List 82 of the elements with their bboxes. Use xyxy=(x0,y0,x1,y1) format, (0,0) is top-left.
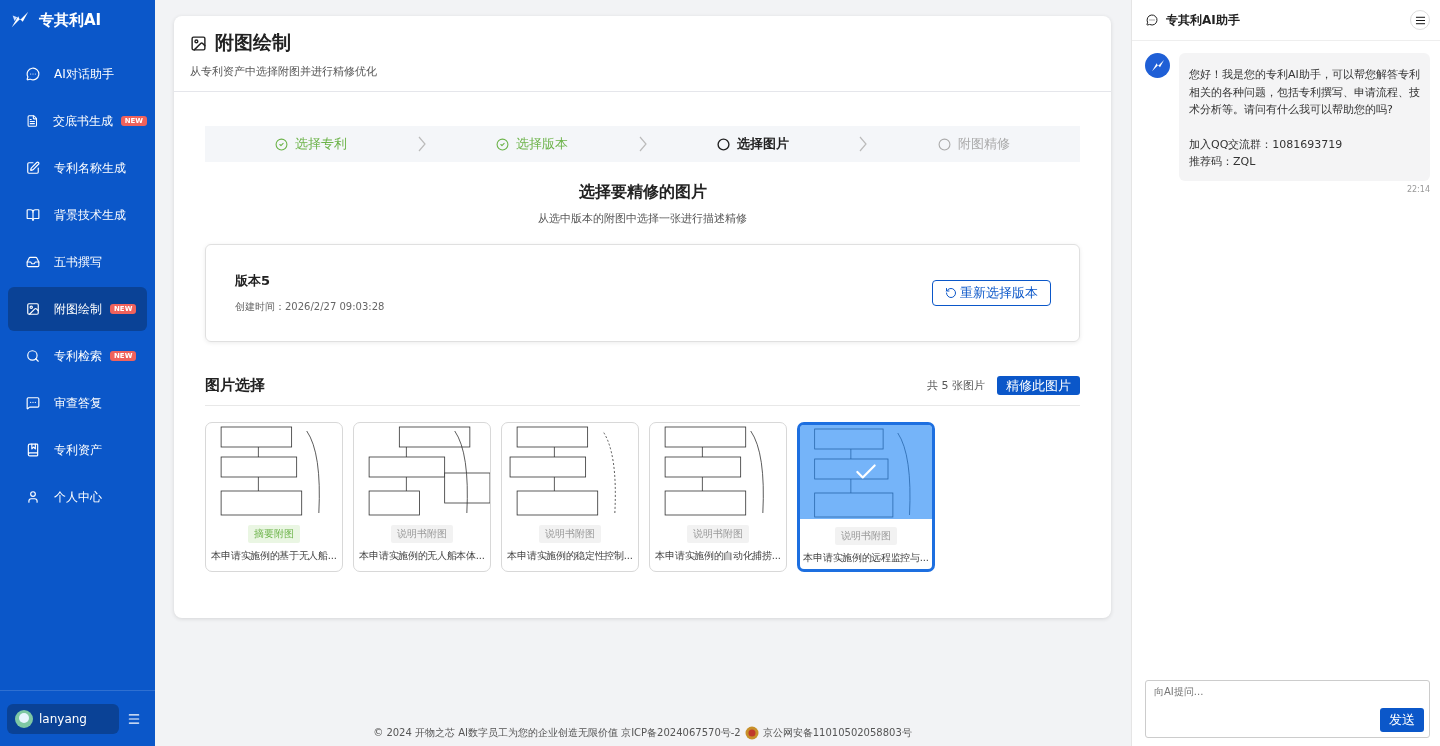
chat-title: 专其利AI助手 xyxy=(1166,11,1241,29)
message-time: 22:14 xyxy=(1406,184,1430,194)
edit-icon xyxy=(26,161,40,175)
step: 选择图片 xyxy=(646,135,860,153)
message-text: 您好！我是您的专利AI助手，可以帮您解答专利相关的各种问题，包括专利撰写、申请流程、技术分析等。请问有什么我可以帮助您的吗? xyxy=(1189,67,1420,118)
image-caption: 本申请实施例的远程监控与... xyxy=(803,551,929,565)
book-icon xyxy=(26,208,40,222)
image-tag: 说明书附图 xyxy=(687,525,749,543)
menu-button[interactable] xyxy=(1410,10,1430,30)
step: 选择专利 xyxy=(205,135,418,153)
message-input[interactable]: 向AI提问... 发送 xyxy=(1145,680,1430,738)
user-icon xyxy=(26,490,40,504)
image-card[interactable]: 摘要附图 本申请实施例的基于无人船... xyxy=(205,422,343,572)
image-card[interactable]: 说明书附图 本申请实施例的远程监控与... xyxy=(797,422,935,572)
circle-icon xyxy=(937,137,951,151)
sidebar-item[interactable]: 专利名称生成 xyxy=(8,146,147,190)
sidebar-label: 交底书生成 xyxy=(52,112,113,130)
image-caption: 本申请实施例的无人船本体... xyxy=(359,549,485,563)
search-icon xyxy=(26,349,40,363)
bookmark-icon xyxy=(26,443,40,457)
sidebar-label: 五书撰写 xyxy=(54,253,102,271)
created-time: 创建时间：2026/2/27 09:03:28 xyxy=(235,300,385,314)
sidebar-label: AI对话助手 xyxy=(54,65,114,83)
sidebar-label: 专利名称生成 xyxy=(54,159,126,177)
image-card[interactable]: 说明书附图 本申请实施例的自动化捕捞... xyxy=(649,422,787,572)
image-icon xyxy=(26,302,40,316)
image-tag: 说明书附图 xyxy=(391,525,453,543)
circle-icon xyxy=(716,137,730,151)
image-card[interactable]: 说明书附图 本申请实施例的无人船本体... xyxy=(353,422,491,572)
avatar-icon xyxy=(15,709,33,728)
user-chip[interactable]: lanyang xyxy=(7,703,119,734)
chevron-icon xyxy=(417,136,426,152)
sidebar-item[interactable]: 专利资产 xyxy=(8,428,147,472)
image-caption: 本申请实施例的自动化捕捞... xyxy=(655,549,781,563)
page-title: 附图绘制 xyxy=(215,30,291,55)
sidebar-item[interactable]: 个人中心 xyxy=(8,475,147,519)
reselect-version-button[interactable]: 重新选择版本 xyxy=(932,280,1051,306)
sidebar-label: 背景技术生成 xyxy=(54,206,126,224)
sidebar-item[interactable]: 背景技术生成 xyxy=(8,193,147,237)
image-count: 共 5 张图片 xyxy=(927,378,985,393)
image-icon xyxy=(190,34,207,52)
check-circle-icon xyxy=(496,137,510,151)
page-subtitle: 从专利资产中选择附图并进行精修优化 xyxy=(190,64,378,79)
message-text: 加入QQ交流群：1081693719 推荐码：ZQL xyxy=(1189,136,1344,170)
sidebar-item[interactable]: AI对话助手 xyxy=(8,52,147,96)
brand-name: 专其利AI xyxy=(39,10,102,30)
image-caption: 本申请实施例的稳定性控制... xyxy=(507,549,633,563)
assistant-avatar xyxy=(1145,53,1170,78)
sidebar-item[interactable]: 审查答复 xyxy=(8,381,147,425)
message-icon xyxy=(26,396,40,410)
footer-copyright: © 2024 开物之芯 AI数字员工为您的企业创造无限价值 京ICP备2024067570号-2 xyxy=(373,726,741,740)
image-tag: 摘要附图 xyxy=(248,525,300,543)
gallery-title: 图片选择 xyxy=(205,376,265,395)
footer-police: 京公网安备11010502058803号 xyxy=(762,726,912,740)
menu-icon[interactable] xyxy=(127,711,141,726)
image-card[interactable]: 说明书附图 本申请实施例的稳定性控制... xyxy=(501,422,639,572)
document-icon xyxy=(26,114,39,128)
version-name: 版本5 xyxy=(235,272,272,290)
police-badge-icon xyxy=(744,726,759,740)
tray-icon xyxy=(26,255,40,269)
sidebar-item[interactable]: 五书撰写 xyxy=(8,240,147,284)
chevron-icon xyxy=(638,136,647,152)
image-tag: 说明书附图 xyxy=(835,527,897,545)
sidebar-label: 附图绘制 xyxy=(54,300,102,318)
sidebar-label: 审查答复 xyxy=(54,394,102,412)
image-caption: 本申请实施例的基于无人船... xyxy=(211,549,337,563)
image-tag: 说明书附图 xyxy=(539,525,601,543)
step: 附图精修 xyxy=(867,135,1080,153)
sidebar-label: 专利资产 xyxy=(54,441,102,459)
section-title: 选择要精修的图片 xyxy=(577,182,708,203)
sidebar-label: 专利检索 xyxy=(54,347,102,365)
check-circle-icon xyxy=(275,137,289,151)
chevron-icon xyxy=(859,136,868,152)
send-button[interactable]: 发送 xyxy=(1380,708,1424,732)
chat-icon xyxy=(1146,14,1158,26)
refresh-icon xyxy=(945,287,957,299)
refine-button[interactable]: 精修此图片 xyxy=(997,376,1080,395)
step: 选择版本 xyxy=(425,135,639,153)
menu-icon xyxy=(1414,14,1426,26)
sidebar-label: 个人中心 xyxy=(54,488,102,506)
section-subtitle: 从选中版本的附图中选择一张进行描述精修 xyxy=(537,211,748,226)
chat-icon xyxy=(26,67,40,81)
